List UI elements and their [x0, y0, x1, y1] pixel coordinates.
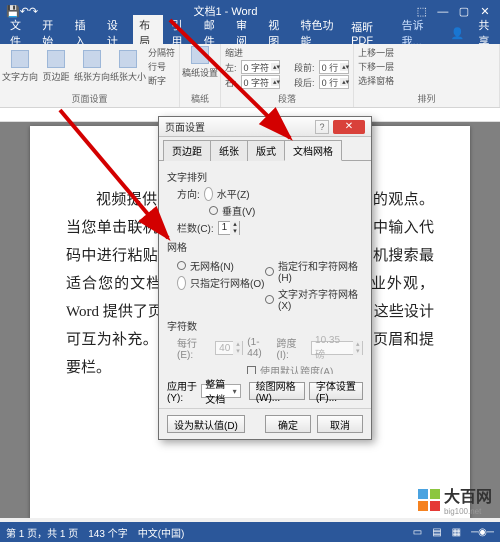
view-web-icon[interactable]: ▦ — [452, 527, 461, 538]
radio-line-char-grid[interactable] — [265, 267, 274, 276]
radio-line-grid-only[interactable] — [177, 276, 186, 290]
forward-button[interactable]: 上移一层 — [358, 46, 394, 59]
spacing-before-input[interactable]: 0 行▴▾ — [319, 60, 350, 74]
margins-button[interactable]: 页边距 — [40, 50, 72, 83]
logo-name: 大百网 — [444, 483, 492, 507]
logo-url: big100.net — [444, 507, 492, 516]
group-arrange-label: 排列 — [358, 91, 495, 105]
zoom-slider[interactable]: ─◉─ — [471, 527, 494, 538]
share-icon[interactable]: 👤 — [445, 25, 471, 42]
status-page[interactable]: 第 1 页，共 1 页 — [6, 525, 78, 540]
text-direction-button[interactable]: 文字方向 — [4, 50, 36, 83]
orientation-icon — [83, 50, 101, 68]
char-pitch-input: 10.35 磅▴▾ — [311, 341, 363, 355]
no-grid-label: 无网格(N) — [190, 258, 234, 273]
char-pitch-label: 跨度(I): — [277, 335, 307, 361]
radio-horizontal[interactable] — [204, 187, 213, 201]
horizontal-label: 水平(Z) — [217, 186, 250, 201]
per-line-input: 40▴▾ — [215, 341, 243, 355]
status-lang[interactable]: 中文(中国) — [138, 525, 185, 540]
view-print-icon[interactable]: ▤ — [432, 527, 441, 538]
radio-text-align-grid[interactable] — [265, 295, 274, 304]
statusbar: 第 1 页，共 1 页 143 个字 中文(中国) ▭ ▤ ▦ ─◉─ — [0, 522, 500, 542]
apply-to-select[interactable]: 整篇文档 — [201, 384, 240, 398]
dialog-close-icon[interactable]: ✕ — [333, 120, 365, 134]
apply-to-label: 应用于(Y): — [167, 378, 197, 404]
radio-no-grid[interactable] — [177, 261, 186, 270]
ok-button[interactable]: 确定 — [265, 415, 311, 433]
default-pitch-label: 使用默认跨度(A) — [260, 363, 333, 374]
status-words[interactable]: 143 个字 — [88, 525, 127, 540]
text-align-grid-label: 文字对齐字符网格(X) — [278, 286, 363, 312]
dialog-buttons: 设为默认值(D) 确定 取消 — [159, 408, 371, 439]
set-default-button[interactable]: 设为默认值(D) — [167, 415, 245, 433]
spacing-after-input[interactable]: 0 行▴▾ — [319, 75, 350, 89]
line-char-grid-label: 指定行和字符网格(H) — [278, 258, 363, 284]
orientation-button[interactable]: 纸张方向 — [76, 50, 108, 83]
cb-default-pitch — [247, 366, 256, 374]
group-page-setup: 文字方向 页边距 纸张方向 纸张大小 分隔符 行号 断字 页面设置 — [0, 44, 180, 107]
annotation-arrow-radio — [50, 100, 200, 253]
margins-icon — [47, 50, 65, 68]
per-line-label: 每行(E): — [177, 335, 211, 361]
chars-label: 字符数 — [167, 318, 363, 333]
cancel-button[interactable]: 取消 — [317, 415, 363, 433]
backward-button[interactable]: 下移一层 — [358, 60, 394, 73]
view-readmode-icon[interactable]: ▭ — [413, 527, 422, 538]
draw-grid-button[interactable]: 绘图网格(W)... — [249, 382, 305, 400]
vertical-label: 垂直(V) — [222, 203, 255, 218]
font-settings-button[interactable]: 字体设置(F)... — [309, 382, 363, 400]
line-grid-only-label: 只指定行网格(O) — [190, 275, 264, 290]
selection-pane-button[interactable]: 选择窗格 — [358, 74, 394, 87]
radio-vertical[interactable] — [209, 206, 218, 215]
apply-row: 应用于(Y): 整篇文档 绘图网格(W)... 字体设置(F)... — [159, 374, 371, 408]
group-arrange: 上移一层 下移一层 选择窗格 排列 — [354, 44, 500, 107]
logo-icon — [418, 489, 440, 511]
text-direction-icon — [11, 50, 29, 68]
watermark-logo: 大百网 big100.net — [418, 483, 492, 516]
per-line-range: (1-44) — [247, 337, 272, 359]
columns-input[interactable]: 1▴▾ — [218, 221, 241, 235]
size-button[interactable]: 纸张大小 — [112, 50, 144, 83]
size-icon — [119, 50, 137, 68]
